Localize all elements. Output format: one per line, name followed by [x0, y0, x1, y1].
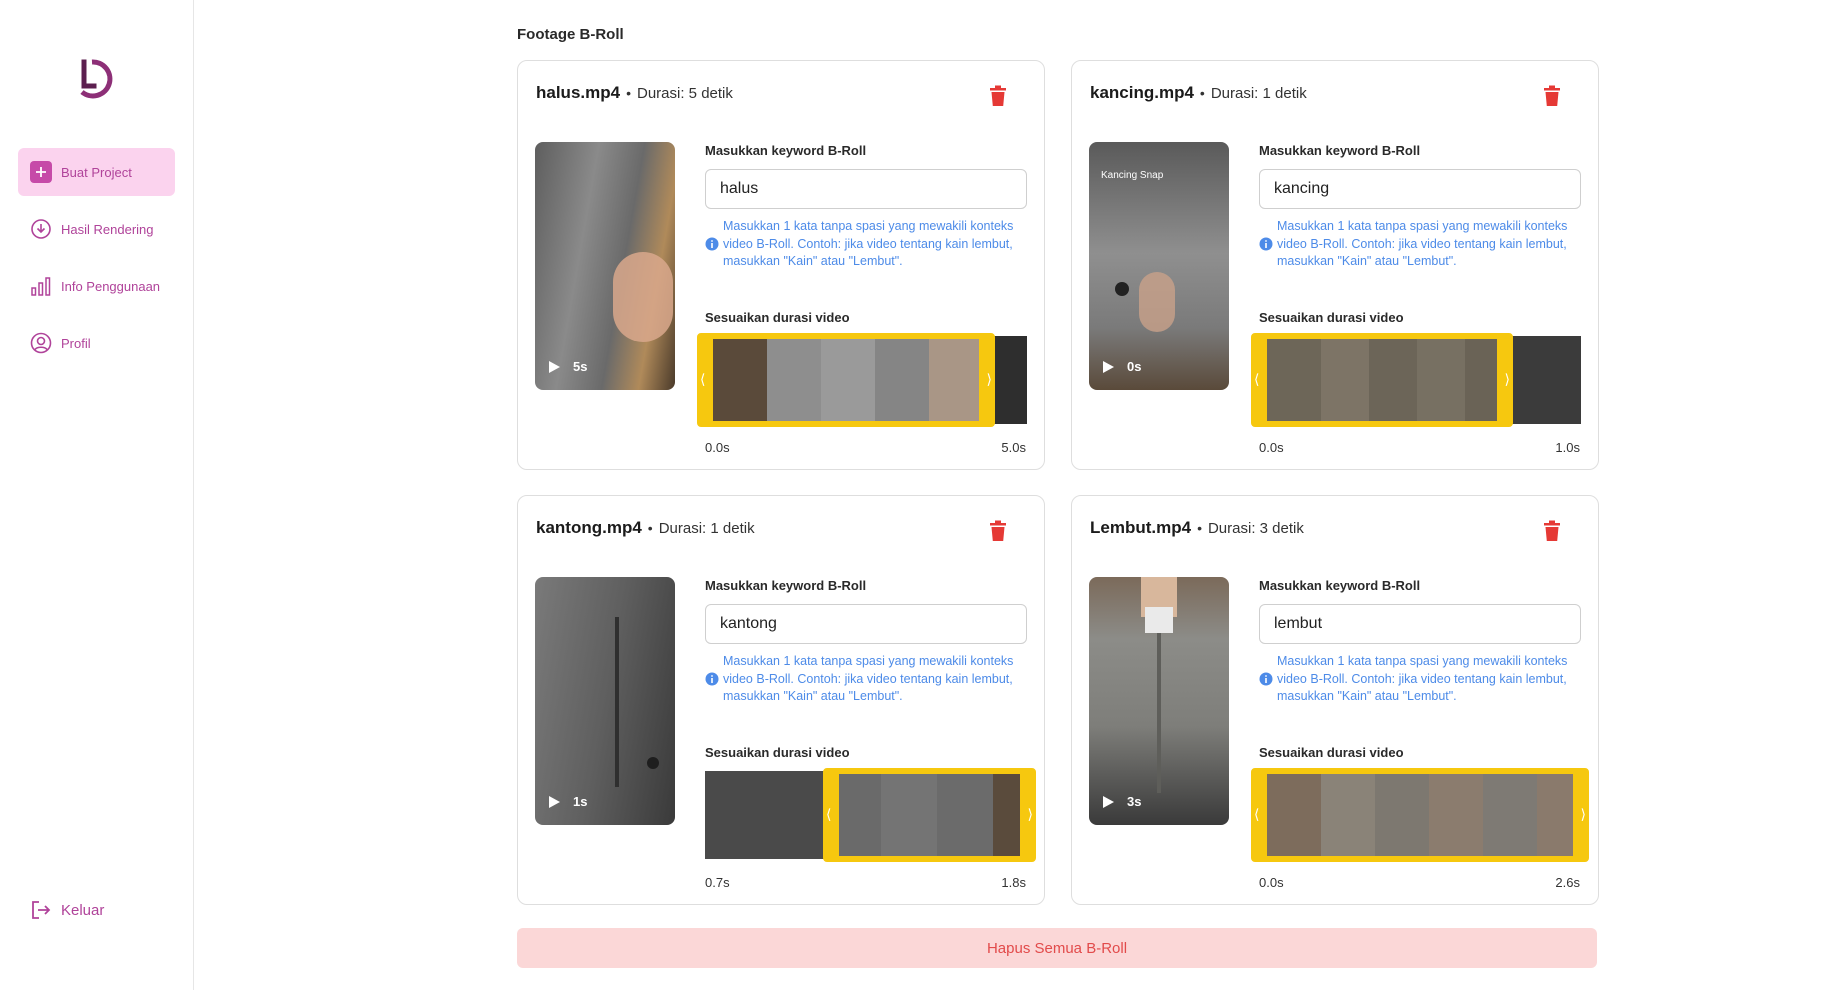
broll-card: kancing.mp4 • Durasi: 1 detik Kancing Sn… [1071, 60, 1599, 470]
card-header: halus.mp4 • Durasi: 5 detik [536, 83, 733, 102]
start-time: 0.0s [1259, 440, 1284, 455]
trim-handle-right[interactable]: ⟩ [1028, 806, 1033, 823]
keyword-hint: Masukkan 1 kata tanpa spasi yang mewakil… [705, 653, 1035, 706]
keyword-input[interactable] [705, 604, 1027, 644]
duration-label: Sesuaikan durasi video [1259, 745, 1404, 760]
keyword-label: Masukkan keyword B-Roll [1259, 578, 1421, 593]
file-name: Lembut.mp4 [1090, 518, 1192, 537]
trim-handle-right[interactable]: ⟩ [1581, 806, 1586, 823]
end-time: 1.0s [1555, 440, 1580, 455]
trash-icon[interactable] [988, 520, 1008, 542]
user-circle-icon [30, 332, 52, 354]
trim-handle-left[interactable]: ⟨ [1254, 371, 1259, 388]
play-icon [549, 360, 560, 373]
delete-all-broll-button[interactable]: Hapus Semua B-Roll [517, 928, 1597, 968]
keyword-input[interactable] [705, 169, 1027, 209]
duration-text: Durasi: 3 detik [1207, 519, 1304, 537]
info-icon [705, 237, 719, 251]
trim-selection[interactable]: ⟨ ⟩ [1251, 768, 1589, 862]
trim-selection[interactable]: ⟨ ⟩ [823, 768, 1036, 862]
play-icon [1103, 360, 1114, 373]
broll-card: Lembut.mp4 • Durasi: 3 detik 3s Masukkan… [1071, 495, 1599, 905]
sidebar-item-label: Hasil Rendering [61, 221, 154, 237]
play-button[interactable]: 3s [1101, 794, 1141, 809]
video-thumbnail[interactable]: 3s [1089, 577, 1229, 825]
logout-label: Keluar [61, 901, 105, 919]
plus-icon [30, 161, 52, 183]
end-time: 1.8s [1001, 875, 1026, 890]
duration-label: Sesuaikan durasi video [1259, 310, 1404, 325]
broll-card: kantong.mp4 • Durasi: 1 detik 1s Masukka… [517, 495, 1045, 905]
trim-selection[interactable]: ⟨ ⟩ [1251, 333, 1513, 427]
play-button[interactable]: 0s [1101, 359, 1141, 374]
play-icon [1103, 795, 1114, 808]
thumb-time: 3s [1127, 794, 1142, 809]
sidebar: Buat Project Hasil Rendering Info Penggu… [0, 0, 194, 990]
bar-chart-icon [30, 275, 52, 297]
trash-icon[interactable] [1542, 85, 1562, 107]
keyword-input[interactable] [1259, 604, 1581, 644]
keyword-hint: Masukkan 1 kata tanpa spasi yang mewakil… [705, 218, 1035, 271]
trim-selection[interactable]: ⟨ ⟩ [697, 333, 995, 427]
sidebar-item-profil[interactable]: Profil [18, 319, 175, 367]
file-name: kantong.mp4 [536, 518, 642, 537]
thumb-time: 0s [1127, 359, 1142, 374]
trash-icon[interactable] [1542, 520, 1562, 542]
play-button[interactable]: 1s [547, 794, 587, 809]
info-icon [1259, 672, 1273, 686]
keyword-hint: Masukkan 1 kata tanpa spasi yang mewakil… [1259, 653, 1589, 706]
logout-button[interactable]: Keluar [18, 888, 104, 932]
play-button[interactable]: 5s [547, 359, 587, 374]
keyword-input[interactable] [1259, 169, 1581, 209]
duration-text: Durasi: 1 detik [658, 519, 755, 537]
thumb-time: 5s [573, 359, 588, 374]
card-header: Lembut.mp4 • Durasi: 3 detik [1090, 518, 1304, 537]
sidebar-item-label: Profil [61, 335, 91, 351]
play-icon [549, 795, 560, 808]
duration-text: Durasi: 1 detik [1210, 84, 1307, 102]
thumb-time: 1s [573, 794, 588, 809]
info-icon [705, 672, 719, 686]
trim-handle-left[interactable]: ⟨ [1254, 806, 1259, 823]
duration-label: Sesuaikan durasi video [705, 310, 850, 325]
card-header: kantong.mp4 • Durasi: 1 detik [536, 518, 755, 537]
end-time: 2.6s [1555, 875, 1580, 890]
trim-handle-left[interactable]: ⟨ [700, 371, 705, 388]
keyword-label: Masukkan keyword B-Roll [1259, 143, 1421, 158]
video-thumbnail[interactable]: 1s [535, 577, 675, 825]
info-icon [1259, 237, 1273, 251]
sidebar-item-buat-project[interactable]: Buat Project [18, 148, 175, 196]
trim-handle-left[interactable]: ⟨ [826, 806, 831, 823]
app-logo[interactable] [72, 54, 120, 102]
sidebar-item-info-penggunaan[interactable]: Info Penggunaan [18, 262, 175, 310]
video-thumbnail[interactable]: Kancing Snap 0s [1089, 142, 1229, 390]
sidebar-item-label: Buat Project [61, 164, 132, 180]
file-name: halus.mp4 [536, 83, 621, 102]
logout-icon [30, 899, 52, 921]
thumb-caption: Kancing Snap [1101, 170, 1164, 181]
duration-label: Sesuaikan durasi video [705, 745, 850, 760]
start-time: 0.0s [705, 440, 730, 455]
section-title: Footage B-Roll [517, 26, 624, 43]
sidebar-item-label: Info Penggunaan [61, 278, 161, 294]
trim-handle-right[interactable]: ⟩ [987, 371, 992, 388]
start-time: 0.7s [705, 875, 730, 890]
keyword-label: Masukkan keyword B-Roll [705, 578, 867, 593]
start-time: 0.0s [1259, 875, 1284, 890]
trash-icon[interactable] [988, 85, 1008, 107]
keyword-hint: Masukkan 1 kata tanpa spasi yang mewakil… [1259, 218, 1589, 271]
video-thumbnail[interactable]: 5s [535, 142, 675, 390]
file-name: kancing.mp4 [1090, 83, 1194, 102]
download-circle-icon [30, 218, 52, 240]
sidebar-item-hasil-rendering[interactable]: Hasil Rendering [18, 205, 175, 253]
duration-text: Durasi: 5 detik [637, 84, 733, 102]
trim-handle-right[interactable]: ⟩ [1505, 371, 1510, 388]
end-time: 5.0s [1001, 440, 1026, 455]
card-header: kancing.mp4 • Durasi: 1 detik [1090, 83, 1307, 102]
keyword-label: Masukkan keyword B-Roll [705, 143, 867, 158]
broll-card: halus.mp4 • Durasi: 5 detik 5s Masukkan … [517, 60, 1045, 470]
